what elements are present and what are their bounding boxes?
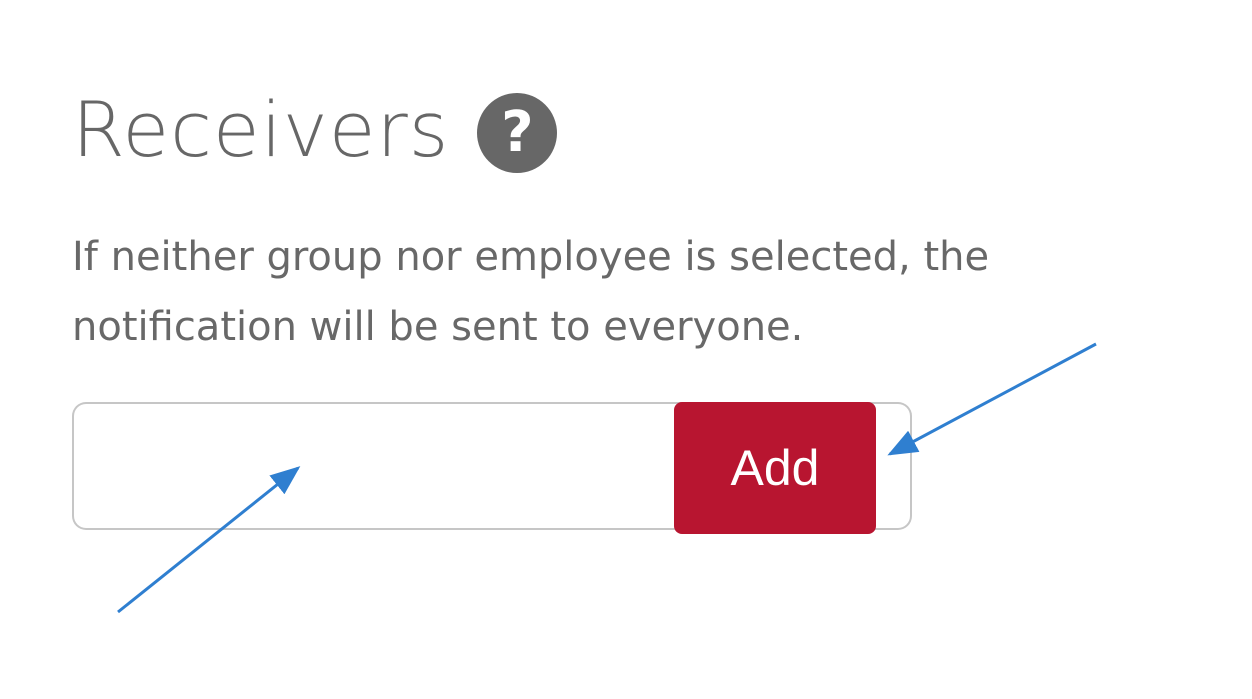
add-button-label: Add [674,402,876,534]
receiver-search-input[interactable] [72,402,692,530]
receivers-description: If neither group nor employee is selecte… [72,234,990,350]
page-title: Receivers [72,85,450,174]
receiver-input-group: Add [72,402,912,534]
receivers-header: Receivers ? [72,82,558,178]
add-receiver-button[interactable]: Add [674,402,912,534]
question-mark-glyph: ? [501,100,534,165]
help-icon[interactable]: ? [477,93,558,173]
